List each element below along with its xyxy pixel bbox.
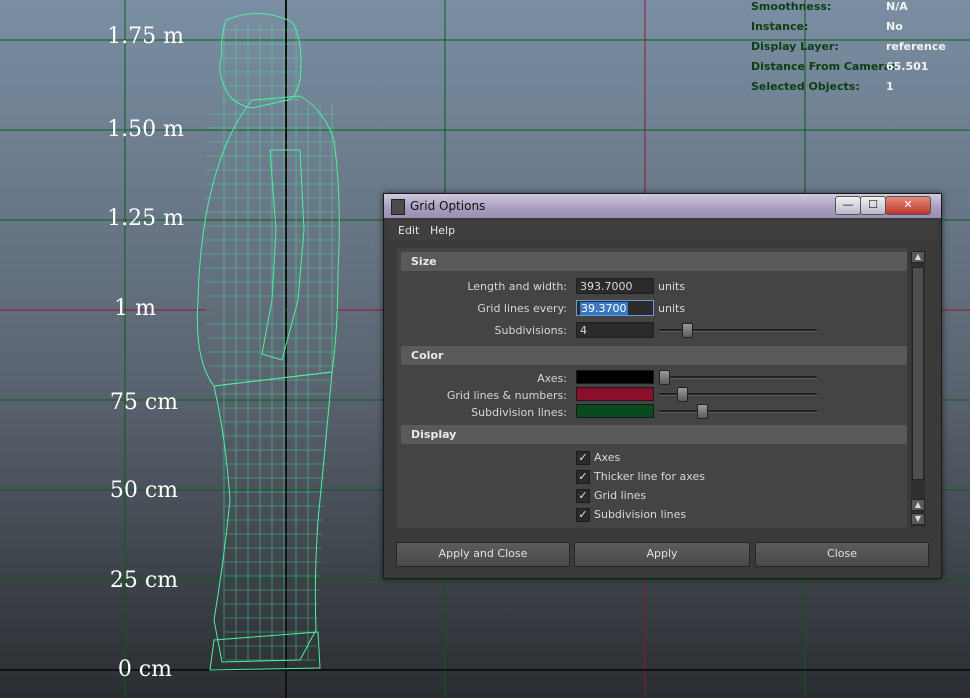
section-title: Color [411, 349, 444, 362]
wireframe-torso [196, 95, 340, 387]
subdivision-lines-checkbox-label: Subdivision lines [594, 508, 687, 521]
hud-value: reference [886, 40, 946, 53]
subdivisions-field[interactable]: 4 [576, 322, 654, 338]
options-panel: Size Length and width: 393.7000 units Gr… [397, 248, 907, 528]
panel-scrollbar[interactable]: ▲ ▲ ▼ [911, 251, 925, 527]
scrollbar-thumb[interactable] [912, 267, 924, 480]
section-title: Size [411, 255, 437, 268]
wireframe-head [219, 12, 302, 109]
ruler-label-25: 25 cm [109, 568, 178, 593]
maximize-button[interactable]: ☐ [860, 196, 886, 215]
hud-value: No [886, 20, 903, 33]
grid-lines-every-field[interactable]: 39.3700 [576, 300, 654, 316]
subdivision-lines-color-swatch[interactable] [576, 404, 654, 418]
hud-key: Display Layer: [751, 40, 839, 53]
close-window-button[interactable]: ✕ [885, 196, 931, 215]
axes-color-swatch[interactable] [576, 370, 654, 384]
ruler-label-0: 0 cm [117, 657, 172, 682]
units-label: units [658, 302, 686, 315]
ruler-label-50: 50 cm [109, 478, 178, 503]
wireframe-arm [261, 149, 305, 361]
length-width-label: Length and width: [467, 280, 567, 293]
grid-lines-every-label: Grid lines every: [477, 302, 567, 315]
section-size-header[interactable]: Size [401, 252, 907, 271]
subdivision-lines-color-slider[interactable] [659, 410, 817, 413]
hud-value: N/A [886, 0, 908, 13]
section-color-header[interactable]: Color [401, 346, 907, 365]
grid-options-dialog: Grid Options — ☐ ✕ Edit Help Size Length… [383, 193, 942, 579]
ruler-label-75: 75 cm [109, 390, 178, 415]
ruler-label-100: 1 m [114, 296, 156, 321]
units-label: units [658, 280, 686, 293]
slider-handle[interactable] [659, 370, 670, 385]
scroll-down-arrow-icon[interactable]: ▼ [911, 513, 925, 525]
slider-handle[interactable] [696, 404, 708, 419]
menu-help[interactable]: Help [430, 224, 455, 237]
apply-and-close-button[interactable]: Apply and Close [396, 542, 570, 567]
axes-checkbox[interactable]: ✓ [576, 451, 590, 465]
length-width-field[interactable]: 393.7000 [576, 278, 654, 294]
thicker-axes-checkbox[interactable]: ✓ [576, 470, 590, 484]
subdivision-lines-checkbox[interactable]: ✓ [576, 508, 590, 522]
hud-row-display-layer: Display Layer: reference [751, 40, 951, 54]
hud-row-selected: Selected Objects: 1 [751, 80, 951, 94]
hud-row-smoothness: Smoothness: N/A [751, 0, 951, 14]
hud-row-instance: Instance: No [751, 20, 951, 34]
ruler-label-150: 1.50 m [107, 117, 184, 142]
subdivision-lines-color-label: Subdivision lines: [471, 406, 567, 419]
hud-value: 65.501 [886, 60, 929, 73]
minimize-button[interactable]: — [835, 196, 861, 215]
dialog-titlebar[interactable]: Grid Options — ☐ ✕ [384, 194, 941, 218]
grid-lines-color-swatch[interactable] [576, 387, 654, 401]
app-icon [391, 199, 405, 215]
ruler-label-175: 1.75 m [107, 24, 184, 49]
grid-lines-checkbox[interactable]: ✓ [576, 489, 590, 503]
dialog-title: Grid Options [410, 199, 486, 213]
wireframe-legs [213, 371, 333, 663]
ruler-label-125: 1.25 m [107, 206, 184, 231]
slider-handle[interactable] [677, 387, 688, 402]
hud-key: Instance: [751, 20, 809, 33]
slider-handle[interactable] [681, 323, 693, 338]
close-button[interactable]: Close [755, 542, 929, 567]
scroll-up-arrow-icon[interactable]: ▲ [911, 499, 925, 511]
apply-button[interactable]: Apply [574, 542, 750, 567]
hud-key: Smoothness: [751, 0, 832, 13]
menu-edit[interactable]: Edit [398, 224, 419, 237]
selected-text: 39.3700 [580, 302, 628, 315]
section-title: Display [411, 428, 457, 441]
wireframe-feet [209, 631, 321, 671]
character-wireframe[interactable] [196, 12, 340, 671]
thicker-axes-checkbox-label: Thicker line for axes [594, 470, 705, 483]
menu-bar: Edit Help [388, 220, 937, 240]
hud-key: Distance From Camera: [751, 60, 896, 73]
hud-row-distance: Distance From Camera: 65.501 [751, 60, 951, 74]
grid-lines-color-label: Grid lines & numbers: [446, 389, 567, 402]
hud-value: 1 [886, 80, 894, 93]
grid-lines-checkbox-label: Grid lines [594, 489, 647, 502]
hud-key: Selected Objects: [751, 80, 860, 93]
axes-color-label: Axes: [537, 372, 567, 385]
scroll-up-arrow-icon[interactable]: ▲ [911, 251, 925, 263]
subdivisions-label: Subdivisions: [494, 324, 567, 337]
section-display-header[interactable]: Display [401, 425, 907, 444]
axes-color-slider[interactable] [659, 376, 817, 379]
axes-checkbox-label: Axes [594, 451, 621, 464]
